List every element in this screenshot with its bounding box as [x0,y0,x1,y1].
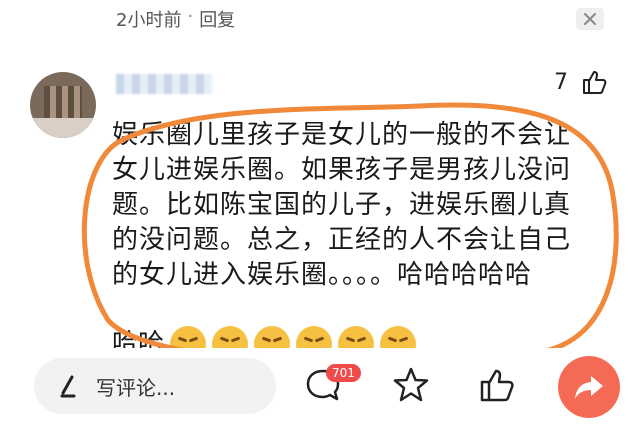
share-button[interactable] [558,356,620,418]
comment-line: 女儿进娱乐圈。如果孩子是男孩儿没问 [112,155,572,185]
write-comment-placeholder: 写评论... [96,375,176,400]
close-button[interactable] [576,8,604,30]
avatar-shirt [30,118,96,138]
favorite-button[interactable] [388,362,434,408]
comment-meta: 2小时前 · 回复 [116,6,235,32]
comment-like-button[interactable] [580,68,608,96]
comment-line: 娱乐圈儿里孩子是女儿的一般的不会让 [112,120,572,150]
share-arrow-icon [575,376,603,399]
meta-separator: · [187,6,194,27]
username-blurred[interactable] [116,74,212,94]
thumbs-up-icon [480,369,514,402]
thumbs-up-icon [583,71,607,94]
reply-link[interactable]: 回复 [199,6,235,32]
comment-body: 娱乐圈儿里孩子是女儿的一般的不会让 女儿进娱乐圈。如果孩子是男孩儿没问 题。比如… [112,118,612,293]
pen-icon [60,375,76,398]
comment-line: 的没问题。总之，正经的人不会让自己 [112,225,572,255]
comment-line: 的女儿进入娱乐圈。。。。哈哈哈哈哈 [112,260,533,290]
avatar[interactable] [30,72,96,138]
like-button[interactable] [474,362,520,408]
write-comment-input[interactable]: 写评论... [34,358,276,414]
comment-count-badge: 701 [326,364,361,382]
comment-like-count: 7 [554,70,568,95]
star-icon [393,367,429,402]
time-ago: 2小时前 [116,10,182,31]
comment-line: 题。比如陈宝国的儿子，进娱乐圈儿真 [112,190,572,220]
close-icon [584,13,596,25]
